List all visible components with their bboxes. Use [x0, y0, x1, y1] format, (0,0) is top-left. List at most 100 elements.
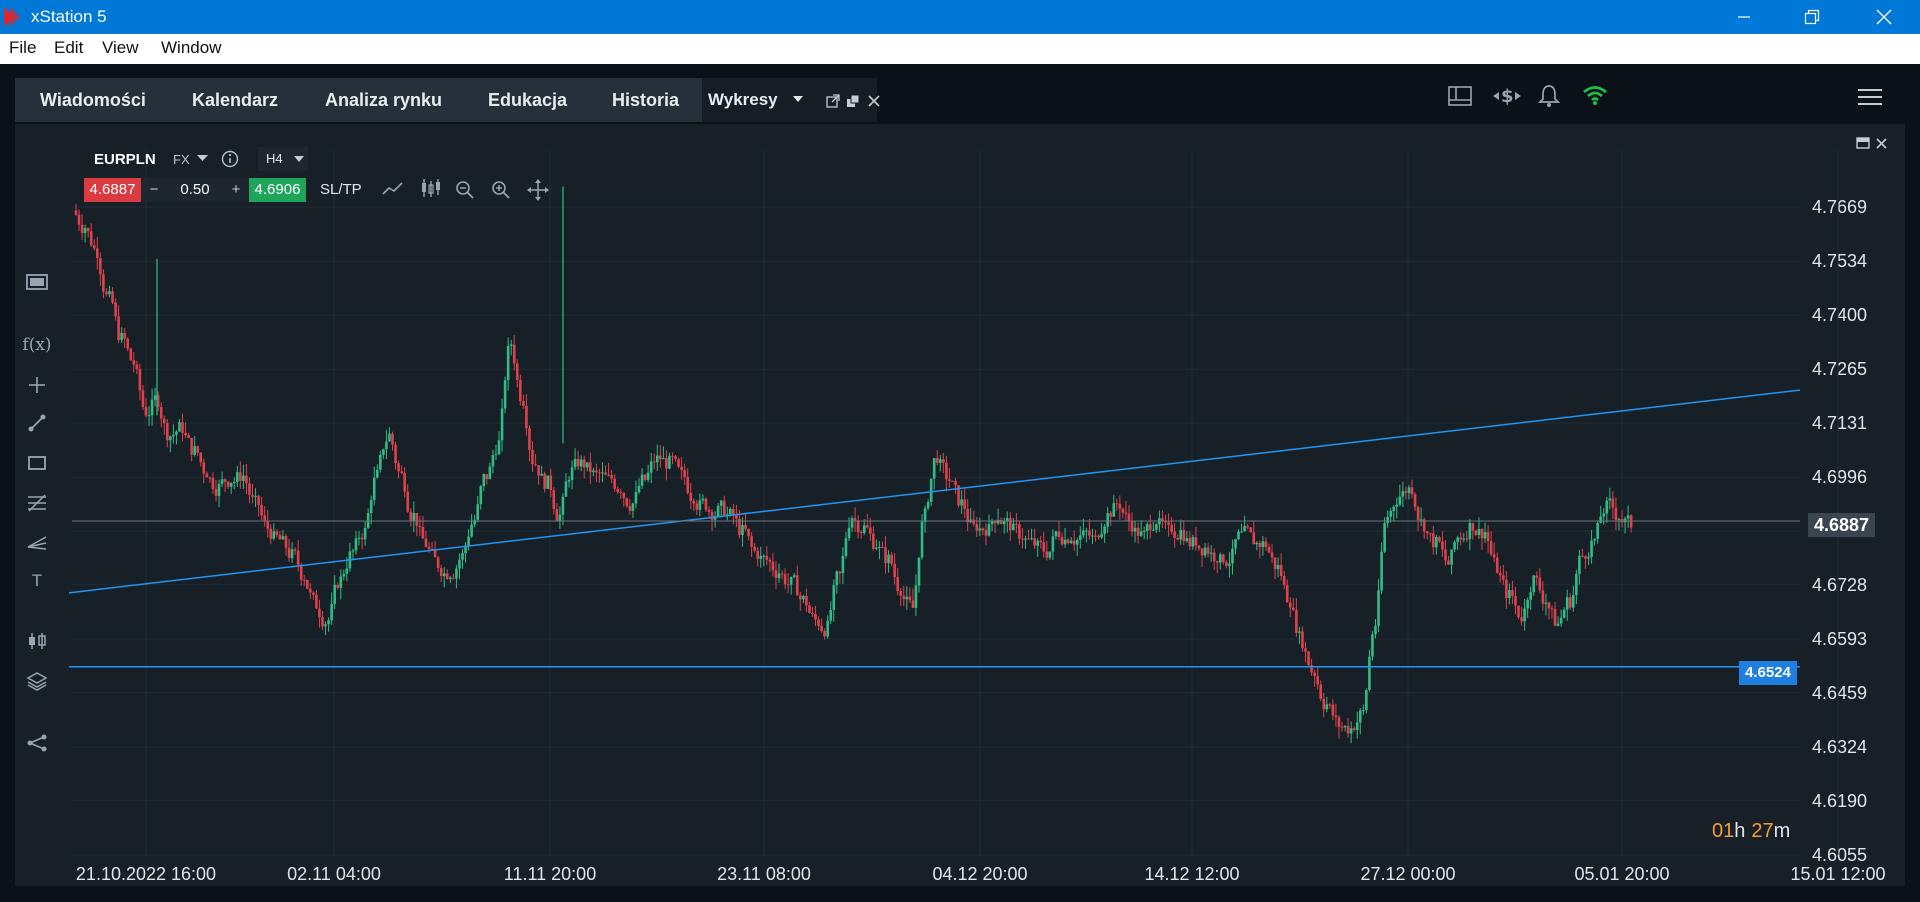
menu-edit[interactable]: Edit [54, 38, 83, 58]
menu-view[interactable]: View [102, 38, 139, 58]
popout-icon[interactable] [826, 94, 840, 108]
move-pan-icon[interactable] [527, 179, 549, 201]
candle-body [692, 500, 696, 504]
chart-type-icon[interactable] [22, 270, 52, 296]
volume-input[interactable]: 0.50 [167, 178, 223, 202]
candles-settings-icon[interactable] [22, 628, 52, 654]
candle-body [1626, 515, 1630, 519]
candle-body [847, 527, 851, 539]
indicators-icon[interactable]: f(x) [22, 332, 52, 358]
candle-body [1109, 513, 1113, 517]
minimize-button[interactable] [1716, 0, 1772, 34]
info-icon[interactable] [221, 150, 239, 168]
candle-body [397, 463, 400, 472]
dollar-transfer-icon[interactable]: $ [1492, 84, 1522, 108]
candle-body [1130, 521, 1134, 532]
volume-decrease-button[interactable]: − [141, 178, 167, 202]
tab-historia[interactable]: Historia [612, 78, 679, 122]
candle-body [595, 470, 598, 473]
tab-edukacja[interactable]: Edukacja [488, 78, 567, 122]
candle-body [379, 454, 382, 470]
tab-analiza-rynku[interactable]: Analiza rynku [325, 78, 442, 122]
candle-body [1553, 609, 1557, 626]
rectangle-tool-icon[interactable] [22, 450, 52, 476]
candle-body [129, 348, 133, 361]
candle-body [385, 441, 388, 450]
layout-icon[interactable] [1448, 86, 1472, 106]
symbol-dropdown-icon[interactable] [197, 155, 208, 162]
sltp-button[interactable]: SL/TP [320, 181, 362, 198]
candle-body [613, 478, 616, 489]
bell-icon[interactable] [1538, 84, 1560, 108]
line-chart-icon[interactable] [382, 180, 404, 198]
candle-body [141, 390, 145, 407]
text-tool-icon[interactable]: T [22, 568, 52, 594]
trendline-tool-icon[interactable] [22, 410, 52, 436]
zoom-out-icon[interactable] [455, 180, 475, 200]
candle-body [1085, 530, 1088, 532]
candle-body [382, 449, 385, 455]
candle-body [403, 473, 406, 492]
price-chart[interactable]: 4.7669 4.7534 4.7400 4.7265 4.7131 4.6996 4.68… [15, 124, 1905, 886]
instrument-symbol[interactable]: EURPLN [94, 151, 156, 168]
candle-body [741, 524, 744, 536]
restore-button[interactable] [1784, 0, 1840, 34]
panel-close-icon[interactable] [1876, 138, 1887, 149]
candle-body [144, 406, 148, 416]
panel-minimize-icon[interactable] [1856, 137, 1870, 149]
candle-body [248, 483, 251, 495]
candle-body [978, 528, 982, 531]
candle-body [169, 436, 172, 441]
candle-body [1106, 513, 1109, 527]
candle-body [659, 455, 662, 460]
candle-body [439, 568, 443, 577]
candle-body [117, 316, 120, 341]
close-window-button[interactable] [1856, 0, 1912, 34]
tab-wykresy-label: Wykresy [708, 90, 778, 109]
candle-body [1428, 533, 1432, 535]
buy-button[interactable]: 4.6906 [249, 178, 306, 202]
candle-body [671, 455, 674, 457]
candle-body [856, 520, 860, 532]
candle-body [1218, 554, 1222, 563]
candle-body [105, 291, 108, 295]
timeframe-select[interactable]: H4 [258, 147, 308, 171]
zoom-in-icon[interactable] [491, 180, 511, 200]
candle-body [1498, 572, 1502, 576]
candle-body [756, 550, 760, 559]
candle-body [853, 518, 857, 521]
candle-body [896, 577, 899, 592]
candle-body [263, 515, 266, 521]
candle-body [1465, 538, 1469, 540]
tab-kalendarz[interactable]: Kalendarz [192, 78, 278, 122]
pitchfork-tool-icon[interactable] [22, 530, 52, 556]
tab-wiadomosci[interactable]: Wiadomości [40, 78, 146, 122]
candle-body [768, 559, 772, 562]
tab-wykresy[interactable]: Wykresy [702, 78, 880, 122]
candle-body [917, 557, 921, 586]
hamburger-menu-icon[interactable] [1858, 88, 1882, 106]
candle-body [1581, 555, 1584, 557]
fibonacci-tool-icon[interactable] [22, 490, 52, 516]
crosshair-add-icon[interactable] [22, 372, 52, 398]
volume-increase-button[interactable]: + [223, 178, 249, 202]
y-tick-label: 4.6324 [1812, 737, 1867, 757]
menu-window[interactable]: Window [161, 38, 221, 58]
instrument-type: FX [173, 152, 190, 167]
candle-body [1416, 507, 1420, 520]
candle-body [1365, 689, 1368, 711]
close-tab-icon[interactable] [868, 95, 880, 107]
candle-body [543, 473, 546, 489]
candlestick-chart-icon[interactable] [419, 178, 443, 200]
candle-body [491, 455, 495, 467]
share-icon[interactable] [22, 730, 52, 756]
candle-body [102, 274, 105, 292]
duplicate-window-icon[interactable] [846, 94, 860, 108]
layers-icon[interactable] [22, 668, 52, 694]
menu-file[interactable]: File [9, 38, 36, 58]
sell-button[interactable]: 4.6887 [84, 178, 141, 202]
candle-body [153, 395, 157, 400]
candle-body [315, 594, 318, 609]
candle-body [1447, 560, 1450, 565]
candle-body [1565, 597, 1569, 610]
